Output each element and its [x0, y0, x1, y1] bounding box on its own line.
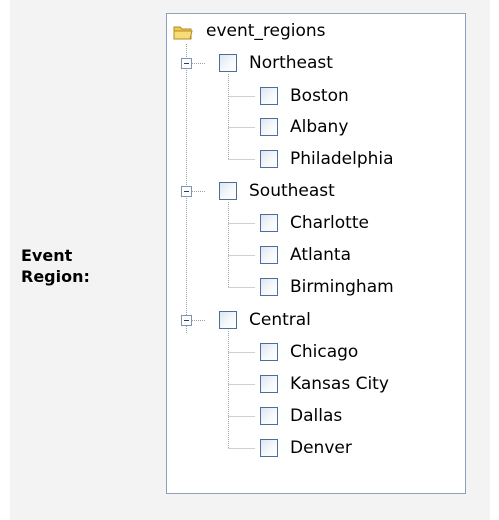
southeast-collapse-toggle[interactable] [181, 186, 192, 197]
northeast-label[interactable]: Northeast [249, 53, 333, 73]
atlanta-checkbox[interactable] [260, 246, 278, 264]
denver-label[interactable]: Denver [290, 438, 352, 458]
boston-label[interactable]: Boston [290, 86, 349, 106]
charlotte-checkbox[interactable] [260, 214, 278, 232]
charlotte-label[interactable]: Charlotte [290, 213, 369, 233]
tree-root-label[interactable]: event_regions [206, 21, 326, 41]
boston-checkbox[interactable] [260, 87, 278, 105]
central-collapse-toggle[interactable] [181, 315, 192, 326]
philadelphia-checkbox[interactable] [260, 150, 278, 168]
event-region-tree[interactable]: event_regions Northeast Boston Albany Ph… [166, 13, 466, 494]
chicago-checkbox[interactable] [260, 343, 278, 361]
southeast-checkbox[interactable] [219, 182, 237, 200]
kansas-city-checkbox[interactable] [260, 375, 278, 393]
denver-checkbox[interactable] [260, 439, 278, 457]
northeast-collapse-toggle[interactable] [181, 58, 192, 69]
albany-checkbox[interactable] [260, 118, 278, 136]
event-region-label: Event Region: [21, 245, 90, 287]
birmingham-label[interactable]: Birmingham [290, 277, 394, 297]
folder-icon [173, 24, 193, 40]
philadelphia-label[interactable]: Philadelphia [290, 149, 394, 169]
central-checkbox[interactable] [219, 311, 237, 329]
albany-label[interactable]: Albany [290, 117, 348, 137]
central-label[interactable]: Central [249, 310, 311, 330]
southeast-label[interactable]: Southeast [249, 181, 335, 201]
northeast-checkbox[interactable] [219, 54, 237, 72]
event-region-label-line2: Region: [21, 267, 90, 286]
dallas-label[interactable]: Dallas [290, 406, 342, 426]
event-region-label-line1: Event [21, 246, 73, 265]
dallas-checkbox[interactable] [260, 407, 278, 425]
chicago-label[interactable]: Chicago [290, 342, 358, 362]
kansas-city-label[interactable]: Kansas City [290, 374, 389, 394]
atlanta-label[interactable]: Atlanta [290, 245, 351, 265]
birmingham-checkbox[interactable] [260, 278, 278, 296]
